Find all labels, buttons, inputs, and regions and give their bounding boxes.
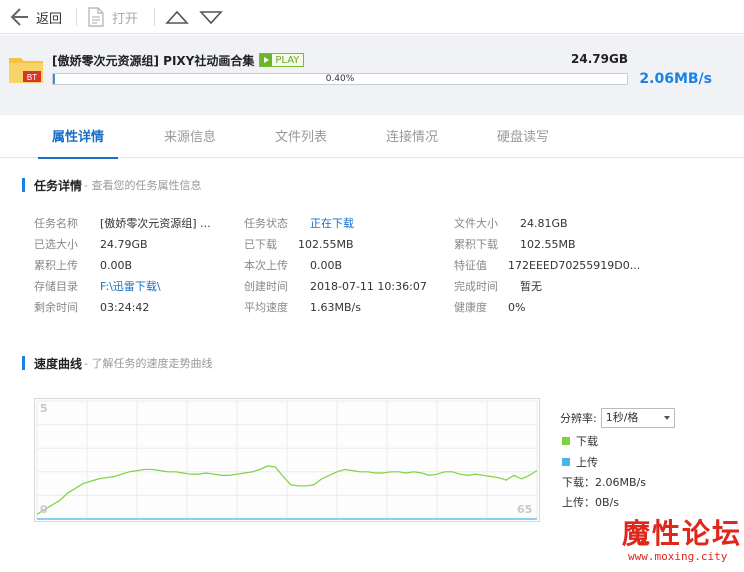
resolution-value: 1秒/格 [605,411,639,424]
chevron-up-icon [165,10,189,24]
legend-download: 下载 [562,433,598,449]
resolution-select[interactable]: 1秒/格 [600,408,675,428]
section-title: 速度曲线 [34,356,83,371]
tab-active-underline [38,157,118,159]
bt-folder-icon: BT [9,58,43,83]
watermark-url: www.moxing.city [628,550,728,563]
play-icon [260,54,273,66]
detail-downloaded: 已下载 102.55MB [244,238,354,251]
speed-chart-svg [36,400,538,520]
tab-connections[interactable]: 连接情况 [372,116,452,158]
legend-download-label: 下载 [576,435,598,448]
task-header: BT [傲娇零次元资源组] PIXY社动画合集 PLAY 24.79GB 0.4… [0,35,744,115]
tab-label: 硬盘读写 [496,130,549,145]
play-label: PLAY [275,54,300,66]
legend-upload-label: 上传 [576,456,598,469]
section-title: 任务详情 [34,178,83,193]
tab-properties[interactable]: 属性详情 [38,116,118,159]
task-speed: 2.06MB/s [639,71,712,87]
task-size: 24.79GB [571,52,628,66]
details-section-title: 任务详情 - 查看您的任务属性信息 [22,177,201,193]
chevron-down-icon [663,416,670,420]
detail-task-name: 任务名称 [傲娇零次元资源组] ... [34,217,211,230]
task-name-row: [傲娇零次元资源组] PIXY社动画合集 PLAY [52,52,305,68]
save-dir-link[interactable]: F:\迅雷下载\ [100,280,161,294]
speed-chart: 5 0 65 [34,398,540,522]
detail-total-upload: 累积上传 0.00B [34,259,133,272]
detail-session-upload: 本次上传 0.00B [244,259,343,272]
tab-label: 属性详情 [51,130,104,145]
detail-avg-speed: 平均速度 1.63MB/s [244,301,361,314]
detail-total-download: 累积下载 102.55MB [454,238,576,251]
back-label: 返回 [36,11,63,27]
legend-upload: 上传 [562,454,598,470]
section-marker [22,356,25,370]
tab-label: 文件列表 [274,130,327,145]
detail-hash: 特征值 172EEED70255919D0... [454,259,641,272]
section-desc: - 查看您的任务属性信息 [84,179,202,192]
detail-task-status: 任务状态 正在下载 [244,217,354,230]
chevron-down-icon [199,11,223,25]
download-speed-readout: 下载：2.06MB/s [562,476,646,489]
detail-file-size: 文件大小 24.81GB [454,217,568,230]
tab-files[interactable]: 文件列表 [261,116,341,158]
detail-tabs: 属性详情 来源信息 文件列表 连接情况 硬盘读写 [0,116,744,159]
play-button[interactable]: PLAY [259,53,305,67]
detail-health: 健康度 0% [454,301,526,314]
progress-bar: 0.40% [52,73,628,85]
detail-finish-time: 完成时间 暂无 [454,280,542,293]
resolution-row: 分辨率: 1秒/格 [560,408,675,428]
download-swatch [562,437,570,445]
move-down-button[interactable] [199,0,223,34]
toolbar: 返回 打开 [0,0,744,34]
move-up-button[interactable] [165,0,189,34]
detail-selected-size: 已选大小 24.79GB [34,238,148,251]
upload-swatch [562,458,570,466]
section-marker [22,178,25,192]
toolbar-divider [76,8,77,26]
tab-label: 来源信息 [163,130,216,145]
detail-created-time: 创建时间 2018-07-11 10:36:07 [244,280,427,293]
tab-label: 连接情况 [385,130,438,145]
task-name: [傲娇零次元资源组] PIXY社动画合集 [52,53,255,68]
progress-percent: 0.40% [325,74,355,84]
upload-speed-readout: 上传：0B/s [562,496,619,509]
tab-sources[interactable]: 来源信息 [150,116,230,158]
resolution-label: 分辨率: [560,412,597,425]
toolbar-divider [154,8,155,26]
x-max-label: 65 [517,503,533,516]
watermark-logo: 魔性论坛 [622,517,743,550]
open-button[interactable]: 打开 [86,0,138,34]
section-desc: - 了解任务的速度走势曲线 [84,357,213,370]
open-label: 打开 [112,11,139,27]
bt-icon-label: BT [27,73,37,82]
y-min-label: 0 [40,503,48,516]
document-icon [88,7,104,27]
speed-section-title: 速度曲线 - 了解任务的速度走势曲线 [22,355,212,371]
back-button[interactable]: 返回 [8,0,62,34]
back-arrow-icon [10,8,28,26]
detail-remaining-time: 剩余时间 03:24:42 [34,301,150,314]
tab-disk-io[interactable]: 硬盘读写 [483,116,563,158]
y-max-label: 5 [40,402,48,415]
detail-save-dir: 存储目录 F:\迅雷下载\ [34,280,161,293]
